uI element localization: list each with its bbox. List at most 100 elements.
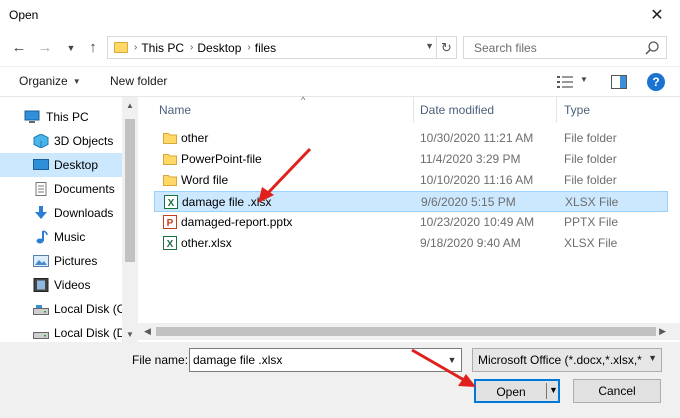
column-divider[interactable]: [556, 97, 557, 123]
sort-ascending-icon: ^: [301, 95, 306, 105]
file-date: 10/30/2020 11:21 AM: [420, 131, 534, 145]
disk-icon: [33, 305, 49, 315]
file-row[interactable]: Word file 10/10/2020 11:16 AM File folde…: [154, 170, 668, 191]
recent-locations-button[interactable]: ▼: [62, 39, 80, 57]
new-folder-label: New folder: [110, 74, 168, 88]
column-header-type[interactable]: Type: [564, 97, 664, 123]
column-header-date[interactable]: Date modified: [420, 97, 556, 123]
preview-pane-icon[interactable]: [611, 74, 627, 90]
folder-icon: [163, 175, 177, 186]
file-date: 9/18/2020 9:40 AM: [420, 236, 521, 250]
search-input[interactable]: Search files: [463, 36, 667, 59]
filter-value: Microsoft Office (*.docx,*.xlsx,*: [478, 353, 642, 367]
open-dropdown-icon[interactable]: ▼: [549, 385, 558, 395]
sidebar-item-desktop[interactable]: Desktop: [0, 153, 122, 177]
sidebar-item-this-pc[interactable]: This PC: [0, 105, 122, 129]
sidebar-item-music[interactable]: Music: [0, 225, 122, 249]
breadcrumb-this-pc[interactable]: This PC: [141, 41, 184, 55]
column-divider[interactable]: [413, 97, 414, 123]
file-date: 10/23/2020 10:49 AM: [420, 215, 535, 229]
file-row-selected[interactable]: X damage file .xlsx 9/6/2020 5:15 PM XLS…: [154, 191, 668, 212]
annotation-arrow-icon: [258, 147, 312, 203]
refresh-button[interactable]: ↻: [436, 37, 456, 58]
sidebar-item-label: Desktop: [54, 158, 99, 172]
sidebar-item-3d-objects[interactable]: 3D Objects: [0, 129, 122, 153]
search-icon: [645, 41, 659, 55]
column-header-label: Name: [159, 103, 192, 117]
open-label: Open: [496, 385, 526, 399]
sidebar-item-label: This PC: [46, 110, 89, 124]
file-date: 10/10/2020 11:16 AM: [420, 173, 534, 187]
scroll-down-icon[interactable]: ▼: [126, 330, 134, 339]
chevron-right-icon: ›: [134, 42, 138, 53]
new-folder-button[interactable]: New folder: [110, 74, 167, 88]
sidebar-scrollbar[interactable]: ▲ ▼: [122, 97, 138, 343]
up-arrow-icon: ↑: [89, 38, 97, 56]
breadcrumb-desktop[interactable]: Desktop: [197, 41, 241, 55]
file-row[interactable]: P damaged-report.pptx 10/23/2020 10:49 A…: [154, 212, 668, 233]
sidebar-item-label: 3D Objects: [54, 134, 114, 148]
file-type: File folder: [564, 131, 617, 145]
open-button[interactable]: Open ▼: [474, 379, 560, 403]
file-type: XLSX File: [564, 236, 618, 250]
sidebar-item-label: Pictures: [54, 254, 98, 268]
file-name: Word file: [181, 173, 229, 187]
file-name: other: [181, 131, 209, 145]
scrollbar-thumb[interactable]: [125, 119, 135, 262]
horizontal-scrollbar[interactable]: ◀ ▶: [138, 323, 680, 340]
address-dropdown-icon[interactable]: ▼: [425, 41, 434, 51]
sidebar-item-label: Downloads: [54, 206, 114, 220]
navigation-bar: ← → ▼ ↑ › This PC › Desktop › files ▼ ↻ …: [0, 30, 680, 64]
scroll-left-icon[interactable]: ◀: [144, 326, 151, 337]
view-dropdown-icon[interactable]: ▼: [580, 75, 588, 84]
file-row[interactable]: X other.xlsx 9/18/2020 9:40 AM XLSX File: [154, 233, 668, 254]
svg-text:X: X: [168, 198, 175, 209]
file-type: File folder: [564, 173, 617, 187]
video-icon: [33, 278, 49, 292]
organize-label: Organize: [19, 74, 68, 88]
up-button[interactable]: ↑: [84, 38, 102, 56]
scroll-right-icon[interactable]: ▶: [659, 326, 666, 337]
cancel-button[interactable]: Cancel: [573, 379, 661, 403]
window-title: Open: [9, 8, 39, 22]
sidebar-item-pictures[interactable]: Pictures: [0, 249, 122, 273]
main-area: This PC 3D Objects Desktop Documents Dow…: [0, 95, 680, 343]
navigation-pane: This PC 3D Objects Desktop Documents Dow…: [0, 97, 138, 343]
forward-button[interactable]: →: [36, 38, 54, 56]
sidebar-item-documents[interactable]: Documents: [0, 177, 122, 201]
scroll-up-icon[interactable]: ▲: [126, 101, 134, 110]
chevron-down-icon: ▼: [648, 353, 657, 363]
file-type-filter[interactable]: Microsoft Office (*.docx,*.xlsx,* ▼: [472, 348, 662, 372]
file-name: damaged-report.pptx: [181, 215, 293, 229]
column-header-name[interactable]: Name ^: [159, 95, 409, 123]
chevron-right-icon[interactable]: ›: [247, 42, 250, 53]
help-icon[interactable]: ?: [647, 73, 665, 91]
organize-button[interactable]: Organize ▼: [19, 74, 81, 88]
chevron-right-icon[interactable]: ›: [190, 42, 193, 53]
breadcrumb-files[interactable]: files: [255, 41, 276, 55]
sidebar-item-local-disk-c[interactable]: Local Disk (C: [0, 297, 126, 321]
disk-icon: [33, 332, 49, 339]
close-button[interactable]: ✕: [634, 0, 680, 30]
sidebar-item-downloads[interactable]: Downloads: [0, 201, 122, 225]
desktop-icon: [33, 159, 49, 170]
cube-icon: [33, 134, 49, 148]
sidebar-item-videos[interactable]: Videos: [0, 273, 122, 297]
file-date: 9/6/2020 5:15 PM: [421, 195, 516, 209]
file-type: XLSX File: [565, 195, 619, 209]
sidebar-item-label: Local Disk (C: [54, 302, 126, 316]
forward-arrow-icon: →: [37, 38, 53, 56]
back-button[interactable]: ←: [10, 38, 28, 56]
view-options-icon[interactable]: [557, 75, 573, 89]
download-icon: [35, 206, 47, 219]
address-bar[interactable]: › This PC › Desktop › files ▼ ↻: [107, 36, 457, 59]
pictures-icon: [33, 255, 49, 267]
svg-text:P: P: [167, 218, 174, 229]
refresh-icon: ↻: [441, 39, 452, 55]
scrollbar-thumb[interactable]: [156, 327, 656, 336]
file-type: PPTX File: [564, 215, 619, 229]
file-name: other.xlsx: [181, 236, 232, 250]
folder-icon: [163, 154, 177, 165]
file-row[interactable]: PowerPoint-file 11/4/2020 3:29 PM File f…: [154, 149, 668, 170]
file-row[interactable]: other 10/30/2020 11:21 AM File folder: [154, 128, 668, 149]
